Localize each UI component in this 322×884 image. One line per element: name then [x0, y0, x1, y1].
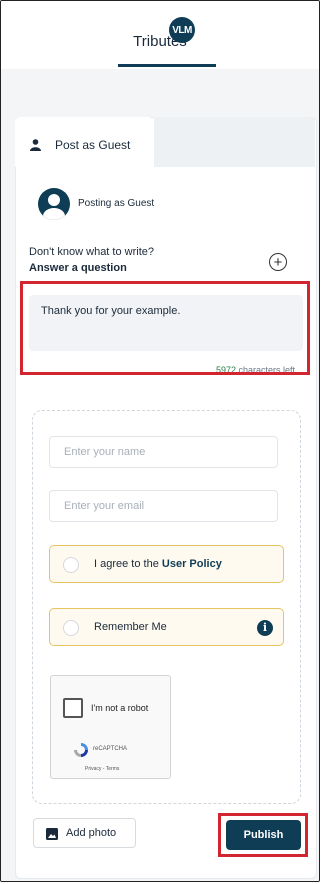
tributes-panel: Tributes Post as Guest VLM Posting as Gu…: [0, 0, 320, 882]
recaptcha-widget: I'm not a robot reCAPTCHA Privacy - Term…: [50, 675, 171, 779]
tab-underline: [118, 64, 216, 67]
question-prompt[interactable]: Don't know what to write? Answer a quest…: [28, 246, 298, 282]
tab-guest-label: Post as Guest: [55, 138, 131, 152]
prompt-line-1: Don't know what to write?: [29, 246, 154, 258]
recaptcha-brand: reCAPTCHA: [93, 746, 128, 752]
publish-highlight: [218, 813, 308, 857]
recaptcha-logo-icon: [74, 743, 88, 757]
recaptcha-links[interactable]: Privacy - Terms: [85, 766, 119, 772]
remember-me[interactable]: Remember Me i: [49, 608, 284, 646]
email-placeholder: Enter your email: [64, 500, 145, 512]
agree-checkbox[interactable]: [63, 557, 79, 573]
person-icon: [30, 139, 41, 151]
add-question-icon[interactable]: +: [269, 253, 287, 271]
info-icon[interactable]: i: [257, 620, 273, 636]
user-policy-link[interactable]: User Policy: [162, 558, 222, 570]
recaptcha-checkbox[interactable]: [63, 698, 83, 718]
message-highlight: [20, 281, 310, 375]
recaptcha-label: I'm not a robot: [91, 703, 149, 713]
remember-checkbox[interactable]: [63, 620, 79, 636]
email-input[interactable]: Enter your email: [49, 490, 278, 522]
prompt-line-2[interactable]: Answer a question: [29, 262, 127, 274]
header: Tributes: [1, 1, 319, 70]
vlm-avatar[interactable]: VLM: [169, 17, 195, 43]
name-input[interactable]: Enter your name: [49, 436, 278, 468]
agree-label: I agree to the User Policy: [94, 558, 222, 570]
page-title: Tributes: [133, 33, 187, 50]
avatar: [38, 188, 70, 220]
add-photo-label: Add photo: [66, 827, 117, 839]
add-photo-button[interactable]: Add photo: [33, 818, 136, 848]
post-tabs: Post as Guest: [15, 117, 315, 167]
image-icon: [46, 828, 58, 840]
tab-post-as-guest[interactable]: Post as Guest: [15, 117, 154, 167]
name-placeholder: Enter your name: [64, 446, 146, 458]
tab-vlm[interactable]: [154, 117, 315, 167]
agree-user-policy[interactable]: I agree to the User Policy: [49, 545, 284, 583]
remember-label: Remember Me: [94, 621, 167, 633]
posting-label: Posting as Guest: [78, 198, 155, 209]
